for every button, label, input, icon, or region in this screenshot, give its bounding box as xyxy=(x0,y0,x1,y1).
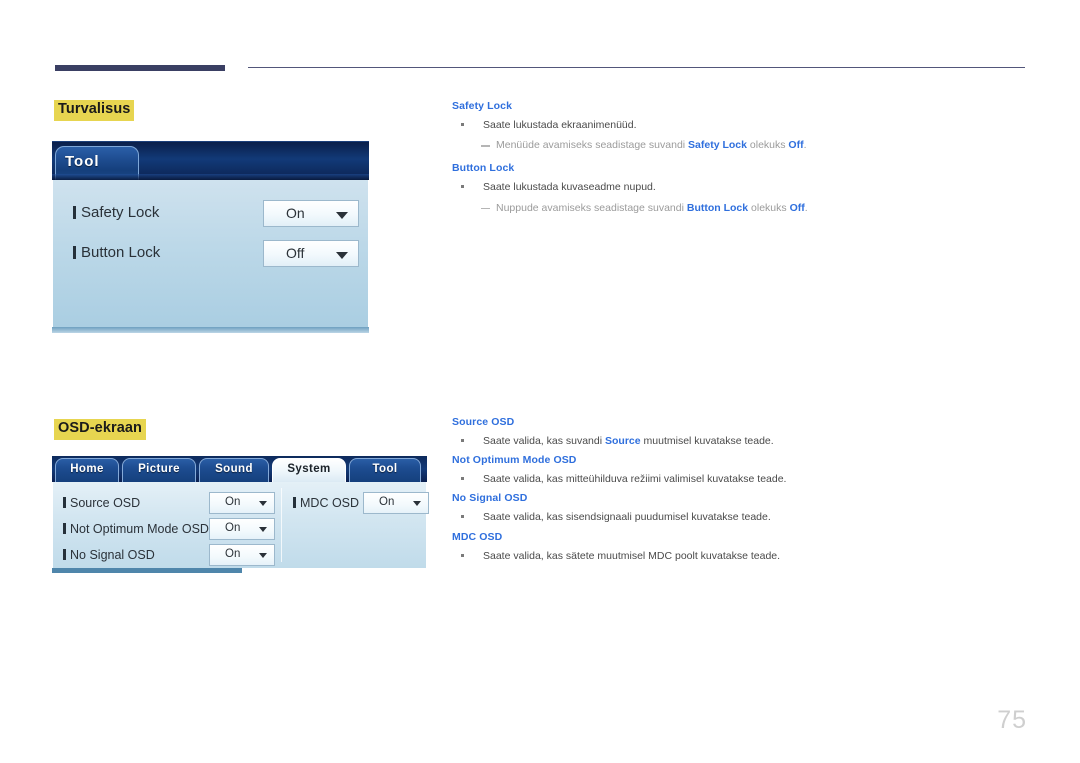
osd-select-not-optimum-mode-osd[interactable]: On xyxy=(209,518,275,540)
tool-panel-body: Safety Lock On Button Lock Off xyxy=(52,180,369,333)
text-bullet-safety-lock-body: Saate lukustada ekraanimenüüd. xyxy=(483,119,637,131)
bullet-icon xyxy=(461,477,464,481)
text-note-safety-lock-body: Menüüde avamiseks seadistage suvandi Saf… xyxy=(496,139,807,152)
dash-icon xyxy=(481,145,490,147)
osd-label-button-lock: Button Lock xyxy=(73,244,160,261)
text-bullet-button-lock-body: Saate lukustada kuvaseadme nupud. xyxy=(483,181,656,194)
osd-row-mdc-osd: MDC OSD On xyxy=(293,490,429,516)
osd-text-column: Source OSD Saate valida, kas suvandi Sou… xyxy=(452,416,1027,569)
osd-mockup-tool-panel: Tool Safety Lock On Button Lock Off xyxy=(52,141,369,333)
osd-mockup-system-panel: Home Picture Sound System Tool Source OS… xyxy=(52,456,429,573)
osd-select-mdc-osd-value: On xyxy=(379,496,395,508)
text-bullet-not-optimum-mode-osd-body: Saate valida, kas mitteühilduva režiimi … xyxy=(483,473,787,486)
bullet-icon xyxy=(461,439,464,442)
tab-picture[interactable]: Picture xyxy=(122,458,196,482)
osd-select-button-lock[interactable]: Off xyxy=(263,240,359,267)
osd-label-source-osd: Source OSD xyxy=(63,496,140,510)
section-heading-osd: OSD-ekraan xyxy=(54,419,147,440)
text-heading-source-osd: Source OSD xyxy=(452,416,515,428)
text-bullet-button-lock: Saate lukustada kuvaseadme nupud. xyxy=(452,180,1027,195)
tab-sound-label: Sound xyxy=(215,463,253,475)
text-block-mdc-osd: MDC OSD Saate valida, kas sätete muutmis… xyxy=(452,531,1027,564)
bullet-icon xyxy=(461,515,464,519)
osd-select-safety-lock[interactable]: On xyxy=(263,200,359,227)
panel-column-divider xyxy=(281,488,282,562)
text-heading-mdc-osd: MDC OSD xyxy=(452,530,503,543)
osd-select-button-lock-value: Off xyxy=(286,245,305,261)
osd-select-safety-lock-value: On xyxy=(286,205,305,221)
tab-system-label: System xyxy=(287,463,331,475)
text-heading-no-signal-osd: No Signal OSD xyxy=(452,492,528,505)
dash-icon xyxy=(481,207,490,210)
bullet-icon xyxy=(461,123,464,126)
text-note-button-lock: Nuppude avamiseks seadistage suvandi But… xyxy=(452,201,1027,216)
page-number: 75 xyxy=(997,706,1027,734)
tab-tool[interactable]: Tool xyxy=(349,458,421,482)
text-heading-safety-lock: Safety Lock xyxy=(452,100,513,112)
osd-row-safety-lock: Safety Lock On xyxy=(67,196,359,236)
system-panel-tabbar: Home Picture Sound System Tool xyxy=(52,456,427,482)
osd-label-no-signal-osd: No Signal OSD xyxy=(63,548,155,562)
osd-select-no-signal-osd-value: On xyxy=(225,548,241,560)
osd-row-not-optimum-mode-osd: Not Optimum Mode OSD On xyxy=(63,516,275,542)
text-bullet-source-osd: Saate valida, kas suvandi Source muutmis… xyxy=(452,434,1027,449)
tab-system[interactable]: System xyxy=(272,458,346,482)
text-bullet-mdc-osd-body: Saate valida, kas sätete muutmisel MDC p… xyxy=(483,549,781,562)
text-bullet-no-signal-osd-body: Saate valida, kas sisendsignaali puudumi… xyxy=(483,511,771,524)
bullet-icon xyxy=(461,185,464,189)
tab-home-label: Home xyxy=(70,463,104,475)
text-block-no-signal-osd: No Signal OSD Saate valida, kas sisendsi… xyxy=(452,492,1027,525)
chevron-down-icon xyxy=(413,501,421,506)
osd-label-safety-lock: Safety Lock xyxy=(73,204,159,221)
text-heading-button-lock: Button Lock xyxy=(452,162,515,175)
chevron-down-icon xyxy=(259,527,267,532)
tab-tool-label: Tool xyxy=(65,153,100,170)
text-bullet-safety-lock: Saate lukustada ekraanimenüüd. xyxy=(452,118,1027,133)
header-accent-bar xyxy=(55,65,225,71)
bullet-icon xyxy=(461,553,464,557)
text-note-button-lock-body: Nuppude avamiseks seadistage suvandi But… xyxy=(496,201,808,214)
tab-tool[interactable]: Tool xyxy=(55,146,139,180)
osd-row-button-lock: Button Lock Off xyxy=(67,236,359,276)
text-bullet-no-signal-osd: Saate valida, kas sisendsignaali puudumi… xyxy=(452,510,1027,525)
tab-home[interactable]: Home xyxy=(55,458,119,482)
text-bullet-not-optimum-mode-osd: Saate valida, kas mitteühilduva režiimi … xyxy=(452,472,1027,487)
tab-picture-label: Picture xyxy=(138,463,180,475)
text-bullet-mdc-osd: Saate valida, kas sätete muutmisel MDC p… xyxy=(452,549,1027,564)
section-heading-security: Turvalisus xyxy=(54,100,135,121)
text-block-safety-lock: Safety Lock Saate lukustada ekraanimenüü… xyxy=(452,100,1027,153)
tool-panel-titlebar: Tool xyxy=(52,141,369,180)
osd-label-not-optimum-mode-osd: Not Optimum Mode OSD xyxy=(63,522,209,536)
chevron-down-icon xyxy=(336,252,348,259)
osd-select-source-osd[interactable]: On xyxy=(209,492,275,514)
text-note-safety-lock: Menüüde avamiseks seadistage suvandi Saf… xyxy=(452,138,1027,153)
osd-row-no-signal-osd: No Signal OSD On xyxy=(63,542,275,568)
osd-row-source-osd: Source OSD On xyxy=(63,490,275,516)
osd-select-mdc-osd[interactable]: On xyxy=(363,492,429,514)
osd-select-no-signal-osd[interactable]: On xyxy=(209,544,275,566)
text-block-source-osd: Source OSD Saate valida, kas suvandi Sou… xyxy=(452,416,1027,449)
system-panel-body: Source OSD On Not Optimum Mode OSD On No… xyxy=(52,482,429,573)
tab-tool-label: Tool xyxy=(372,463,398,475)
header-rule xyxy=(248,67,1025,68)
chevron-down-icon xyxy=(336,212,348,219)
text-heading-not-optimum-mode-osd: Not Optimum Mode OSD xyxy=(452,454,577,467)
osd-select-source-osd-value: On xyxy=(225,496,241,508)
osd-label-mdc-osd: MDC OSD xyxy=(293,496,359,510)
tab-sound[interactable]: Sound xyxy=(199,458,269,482)
text-block-button-lock: Button Lock Saate lukustada kuvaseadme n… xyxy=(452,162,1027,215)
text-block-not-optimum-mode-osd: Not Optimum Mode OSD Saate valida, kas m… xyxy=(452,454,1027,487)
osd-select-not-optimum-mode-osd-value: On xyxy=(225,522,241,534)
chevron-down-icon xyxy=(259,501,267,506)
chevron-down-icon xyxy=(259,553,267,558)
security-text-column: Safety Lock Saate lukustada ekraanimenüü… xyxy=(452,100,1027,225)
text-bullet-source-osd-body: Saate valida, kas suvandi Source muutmis… xyxy=(483,435,774,447)
